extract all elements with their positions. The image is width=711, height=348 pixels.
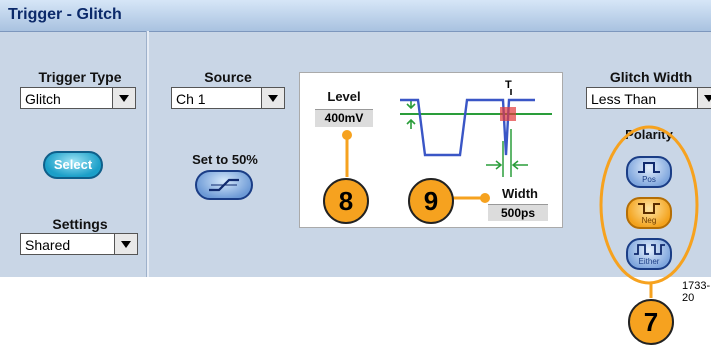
trigger-type-dropdown[interactable]: Glitch bbox=[20, 87, 136, 109]
chevron-down-icon[interactable] bbox=[114, 234, 137, 254]
width-value: 500ps bbox=[488, 204, 548, 221]
polarity-pos-button[interactable]: Pos bbox=[626, 156, 672, 188]
callout-7: 7 bbox=[628, 299, 674, 345]
callout-9: 9 bbox=[408, 178, 454, 224]
chevron-down-icon[interactable] bbox=[697, 88, 711, 108]
select-button[interactable]: Select bbox=[43, 151, 103, 179]
source-value: Ch 1 bbox=[176, 91, 206, 107]
trigger-type-label: Trigger Type bbox=[38, 69, 122, 85]
callout-8: 8 bbox=[323, 178, 369, 224]
trigger-panel: Trigger - Glitch Trigger Type Glitch Sel… bbox=[0, 0, 711, 277]
trigger-marker: T bbox=[505, 79, 512, 91]
source-dropdown[interactable]: Ch 1 bbox=[171, 87, 285, 109]
glitch-width-value: Less Than bbox=[591, 91, 657, 107]
title-bar: Trigger - Glitch bbox=[0, 0, 711, 32]
settings-dropdown[interactable]: Shared bbox=[20, 233, 138, 255]
source-label: Source bbox=[204, 69, 252, 85]
polarity-either-button[interactable]: Either bbox=[626, 238, 672, 270]
width-label: Width bbox=[502, 186, 538, 201]
glitch-width-dropdown[interactable]: Less Than bbox=[586, 87, 711, 109]
polarity-neg-button[interactable]: Neg bbox=[626, 197, 672, 229]
either-pulse-icon bbox=[634, 244, 665, 255]
settings-value: Shared bbox=[25, 237, 71, 253]
set50-label: Set to 50% bbox=[192, 152, 258, 167]
polarity-label: Polarity bbox=[625, 127, 673, 142]
polarity-neg-label: Neg bbox=[641, 216, 657, 225]
polarity-either-label: Either bbox=[638, 257, 660, 266]
rising-edge-icon bbox=[209, 178, 239, 192]
settings-label: Settings bbox=[52, 216, 108, 232]
glitch-width-label: Glitch Width bbox=[609, 69, 693, 85]
chevron-down-icon[interactable] bbox=[261, 88, 284, 108]
trigger-type-value: Glitch bbox=[25, 91, 61, 107]
panel-title: Trigger - Glitch bbox=[8, 6, 122, 23]
polarity-pos-label: Pos bbox=[642, 175, 656, 184]
set-to-50-button[interactable] bbox=[195, 170, 253, 200]
negative-pulse-icon bbox=[638, 203, 660, 214]
positive-pulse-icon bbox=[638, 162, 660, 173]
figure-id: 1733-20 bbox=[682, 280, 711, 304]
chevron-down-icon[interactable] bbox=[112, 88, 135, 108]
column-separator bbox=[146, 31, 149, 277]
